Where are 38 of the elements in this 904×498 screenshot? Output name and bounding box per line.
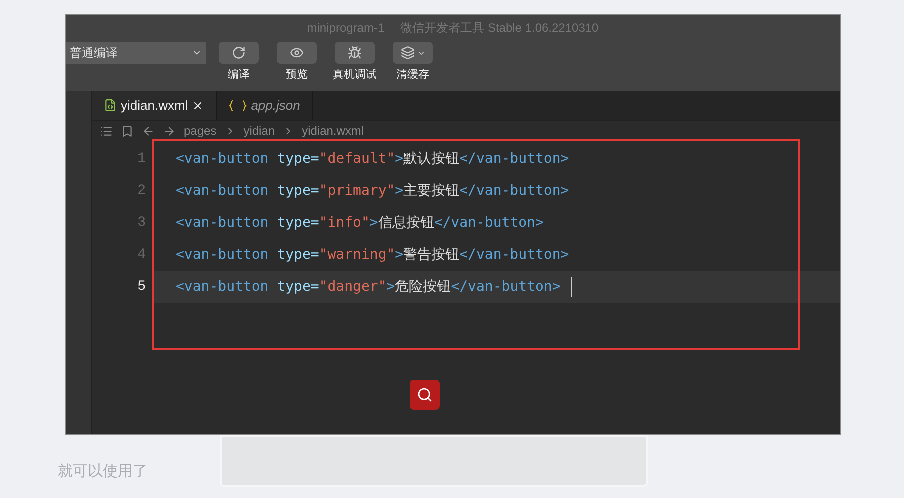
code-line: <van-button type="warning">警告按钮</van-button> [176, 246, 570, 264]
toolbar-label: 真机调试 [333, 68, 377, 83]
toolbar-button[interactable] [335, 42, 375, 64]
code-line: <van-button type="primary">主要按钮</van-button> [176, 182, 570, 200]
line-number: 4 [136, 246, 147, 264]
line-number: 3 [136, 214, 147, 232]
breadcrumb-item[interactable]: yidian.wxml [302, 122, 364, 140]
cache-icon [400, 46, 414, 60]
refresh-icon [232, 46, 246, 60]
json-icon [229, 100, 248, 112]
breadcrumb-item[interactable]: pages [184, 122, 217, 140]
code-line: <van-button type="danger">危险按钮</van-button> [176, 278, 561, 296]
toolbar-button[interactable] [219, 42, 259, 64]
page-text: 就可以使用了 [58, 462, 149, 482]
code-line: <van-button type="info">信息按钮</van-button> [176, 214, 544, 232]
close-icon[interactable] [192, 100, 204, 112]
back-icon[interactable] [142, 124, 155, 138]
file-icon [104, 99, 117, 112]
toolbar-button[interactable] [277, 42, 317, 64]
code-line: <van-button type="default">默认按钮</van-button> [176, 150, 570, 168]
bookmark-icon[interactable] [121, 124, 134, 138]
search-icon [417, 387, 433, 403]
toolbar-button[interactable] [393, 42, 433, 64]
text-cursor [570, 277, 572, 297]
line-number: 2 [136, 182, 147, 200]
editor-tab[interactable]: yidian.wxml [92, 91, 218, 120]
compile-mode-select[interactable]: 普通编译 [66, 42, 206, 64]
toolbar-label: 预览 [286, 68, 308, 83]
search-button[interactable] [410, 380, 440, 410]
outline-icon[interactable] [100, 124, 113, 138]
forward-icon[interactable] [163, 124, 176, 138]
toolbar-label: 清缓存 [396, 68, 430, 83]
line-number: 5 [136, 278, 147, 296]
line-number: 1 [136, 150, 147, 168]
preview-icon [290, 46, 304, 60]
debug-icon [348, 46, 362, 60]
toolbar-label: 编译 [228, 68, 250, 83]
breadcrumb-item[interactable]: yidian [244, 122, 276, 140]
